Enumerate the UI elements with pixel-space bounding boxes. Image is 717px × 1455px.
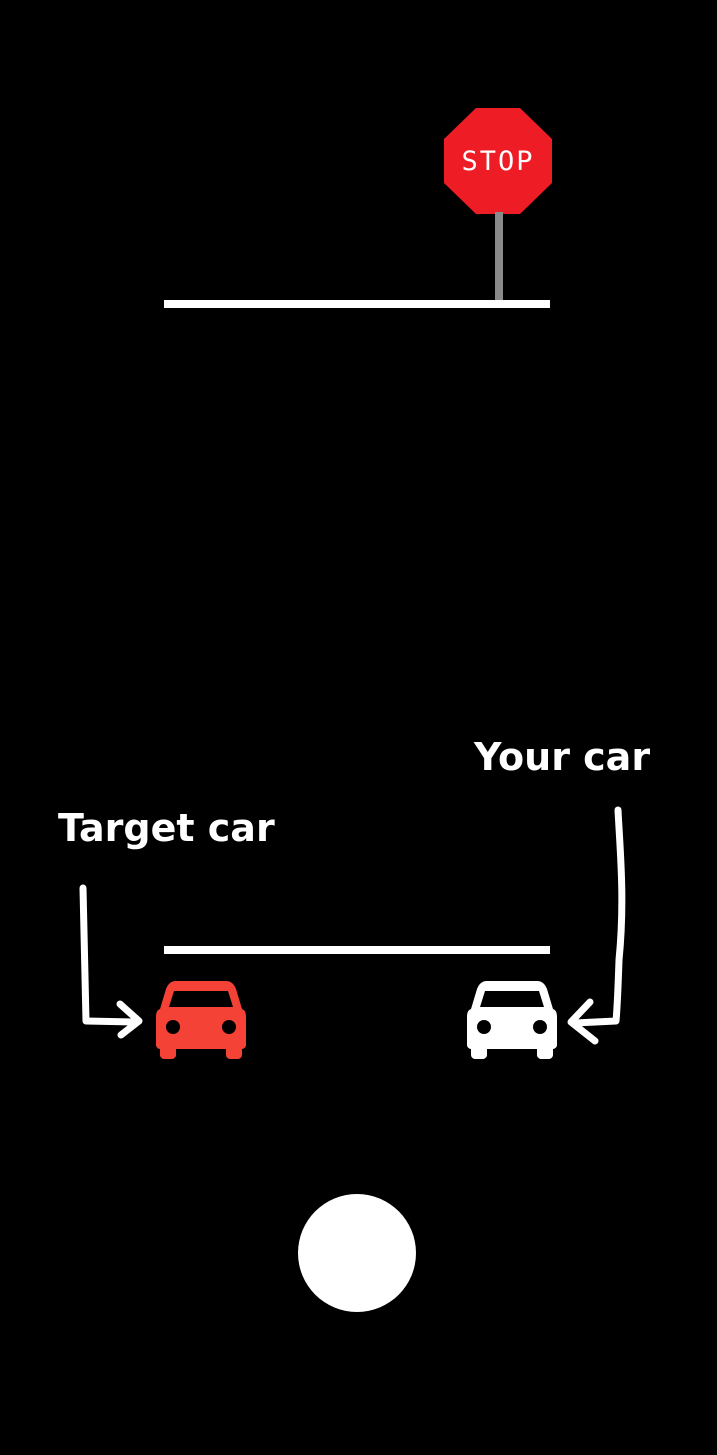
target-car-arrowhead-icon: [116, 1000, 143, 1039]
your-car-arrow-icon: [571, 806, 626, 1027]
stop-sign: STOP: [444, 108, 552, 214]
target-car-arrow-icon: [79, 884, 138, 1026]
target-car-icon: [156, 981, 246, 1059]
stop-sign-pole: [495, 212, 503, 302]
your-car-icon: [467, 981, 557, 1059]
stop-line: [164, 300, 550, 308]
stop-sign-text: STOP: [461, 145, 535, 177]
start-line: [164, 946, 550, 954]
target-car-label: Target car: [58, 806, 275, 850]
action-button[interactable]: [298, 1194, 416, 1312]
your-car-arrowhead-icon: [567, 998, 599, 1045]
your-car-label: Your car: [474, 735, 651, 779]
